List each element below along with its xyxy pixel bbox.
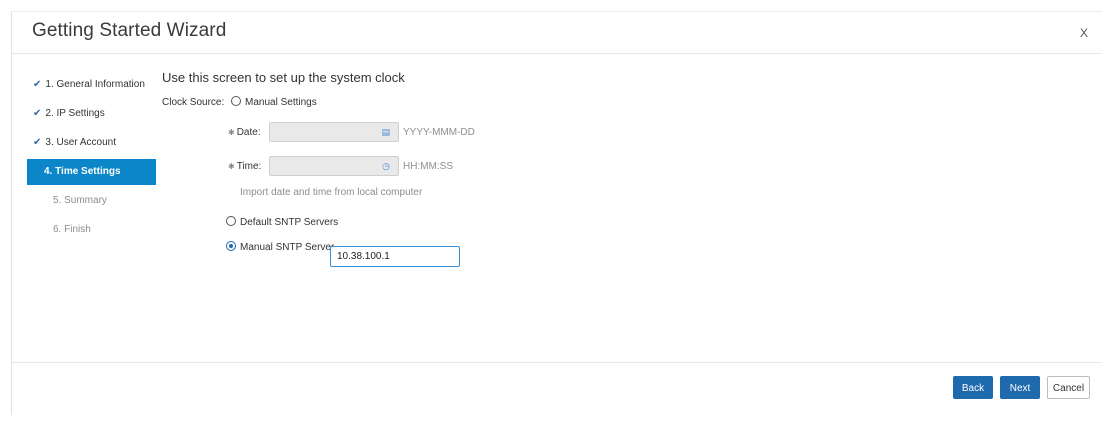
step-time-settings[interactable]: 4. Time Settings <box>27 159 156 185</box>
time-format-hint: HH:MM:SS <box>403 161 453 172</box>
step-general-information[interactable]: ✔ 1. General Information <box>33 72 147 98</box>
required-icon: ✱ <box>228 162 235 171</box>
manual-sntp-radio[interactable] <box>226 241 236 251</box>
step-user-account[interactable]: ✔ 3. User Account <box>33 130 147 156</box>
back-button[interactable]: Back <box>953 376 993 399</box>
cancel-button[interactable]: Cancel <box>1047 376 1090 399</box>
check-icon: ✔ <box>33 137 42 148</box>
page-heading: Use this screen to set up the system clo… <box>162 70 405 85</box>
step-finish: 6. Finish <box>33 217 147 243</box>
step-label: 2. IP Settings <box>45 108 105 119</box>
manual-sntp-input[interactable]: 10.38.100.1 <box>330 246 460 267</box>
check-icon: ✔ <box>33 108 42 119</box>
clock-icon[interactable]: ◷ <box>382 161 390 172</box>
wizard-dialog: Getting Started Wizard X ✔ 1. General Inf… <box>11 11 1102 415</box>
step-label: 3. User Account <box>45 137 116 148</box>
dialog-footer: Back Next Cancel <box>12 362 1102 417</box>
step-summary: 5. Summary <box>33 188 147 214</box>
time-label: Time: <box>236 161 262 172</box>
time-label-row: ✱ Time: <box>228 161 261 172</box>
step-label: 6. Finish <box>53 224 91 235</box>
time-input[interactable]: ◷ <box>269 156 399 176</box>
manual-settings-radio[interactable] <box>231 96 242 106</box>
manual-sntp-label: Manual SNTP Server <box>240 242 335 253</box>
step-label: 4. Time Settings <box>44 166 121 177</box>
default-sntp-radio[interactable] <box>226 216 236 226</box>
calendar-icon[interactable]: ▤ <box>381 127 390 138</box>
default-sntp-label: Default SNTP Servers <box>240 217 339 228</box>
date-format-hint: YYYY-MMM-DD <box>403 127 475 138</box>
dialog-title: Getting Started Wizard <box>32 20 227 41</box>
wizard-steps: ✔ 1. General Information ✔ 2. IP Settings … <box>27 72 156 246</box>
manual-settings-label: Manual Settings <box>245 97 317 108</box>
close-button[interactable]: X <box>1080 26 1088 40</box>
date-label: Date: <box>236 127 261 138</box>
default-sntp-row[interactable]: Default SNTP Servers <box>226 216 338 228</box>
check-icon: ✔ <box>33 79 42 90</box>
date-input[interactable]: ▤ <box>269 122 399 142</box>
clock-source-row: Clock Source: Manual Settings <box>162 96 317 108</box>
next-button[interactable]: Next <box>1000 376 1040 399</box>
manual-sntp-row[interactable]: Manual SNTP Server <box>226 241 334 253</box>
step-label: 1. General Information <box>45 79 145 90</box>
clock-source-label: Clock Source: <box>162 97 225 108</box>
step-ip-settings[interactable]: ✔ 2. IP Settings <box>33 101 147 127</box>
required-icon: ✱ <box>228 128 235 137</box>
dialog-header: Getting Started Wizard X <box>12 12 1102 54</box>
import-time-link[interactable]: Import date and time from local computer <box>240 187 422 198</box>
step-label: 5. Summary <box>53 195 107 206</box>
date-label-row: ✱ Date: <box>228 127 261 138</box>
